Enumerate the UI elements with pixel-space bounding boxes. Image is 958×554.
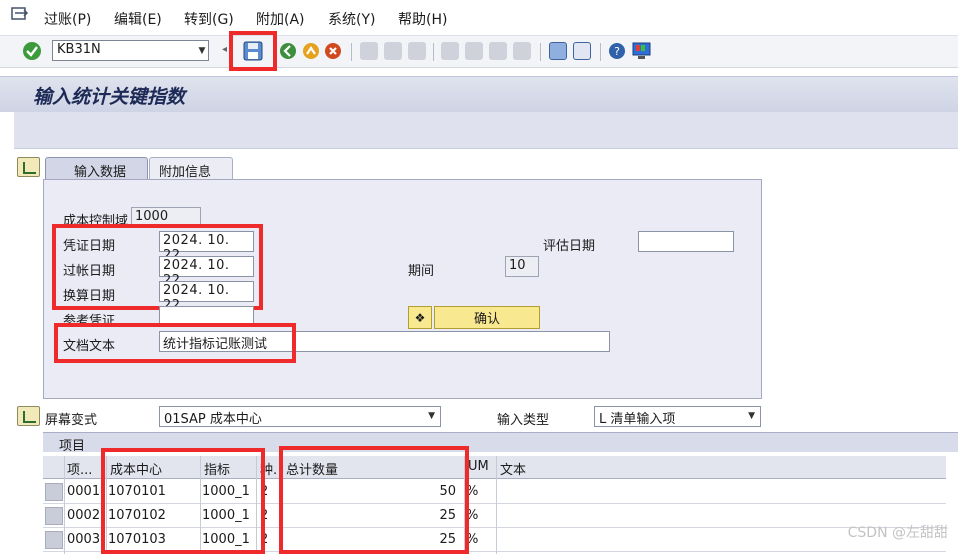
row-selector[interactable] <box>45 483 63 501</box>
column-divider <box>496 456 497 554</box>
menu-extras[interactable]: 附加(A) <box>256 9 305 29</box>
svg-text:?: ? <box>614 45 620 58</box>
last-page-icon[interactable] <box>513 42 531 60</box>
menu-bar: 过账(P) 编辑(E) 转到(G) 附加(A) 系统(Y) 帮助(H) <box>0 0 958 36</box>
left-strip <box>0 76 14 554</box>
cancel-icon[interactable] <box>324 42 342 60</box>
command-dropdown-icon[interactable]: ▼ <box>196 41 208 60</box>
cost-center-indicator-highlight-box <box>101 448 265 554</box>
tab-input-data-label: 输入数据 <box>74 165 127 180</box>
period-field: 10 <box>505 256 539 277</box>
column-divider <box>64 456 65 554</box>
prev-page-icon[interactable] <box>465 42 483 60</box>
dates-highlight-box <box>52 224 263 310</box>
toolbar-separator <box>600 43 601 61</box>
command-field[interactable]: KB31N <box>52 40 209 61</box>
menu-edit[interactable]: 编辑(E) <box>114 9 162 29</box>
watermark: CSDN @左甜甜 <box>847 525 948 541</box>
confirm-check-icon[interactable] <box>22 41 42 61</box>
valuation-date-field[interactable] <box>638 231 734 252</box>
print-icon[interactable] <box>360 42 378 60</box>
tab-additional-info-label: 附加信息 <box>159 165 212 180</box>
command-history-icon[interactable]: ◂ <box>222 44 227 55</box>
tab-additional-info[interactable]: 附加信息 <box>149 157 233 180</box>
shortcut-icon[interactable] <box>573 42 591 60</box>
chevron-down-icon: ▼ <box>748 411 755 421</box>
menu-help[interactable]: 帮助(H) <box>398 9 447 29</box>
menu-posting[interactable]: 过账(P) <box>44 9 91 29</box>
confirm-button[interactable]: 确认 <box>434 306 540 329</box>
period-label: 期间 <box>408 264 435 279</box>
exit-icon[interactable] <box>302 42 320 60</box>
next-page-icon[interactable] <box>489 42 507 60</box>
cell-item: 0002 <box>67 508 101 523</box>
back-icon[interactable] <box>279 42 297 60</box>
tab-input-data[interactable]: 输入数据 <box>45 157 148 180</box>
first-page-icon[interactable] <box>441 42 459 60</box>
doc-text-highlight-box <box>54 323 296 363</box>
screen-variant-label: 屏幕变式 <box>45 413 98 428</box>
save-highlight-box <box>229 31 277 71</box>
cell-item: 0003 <box>67 532 101 547</box>
col-header-item[interactable]: 项... <box>67 459 92 478</box>
input-type-value: L 清单输入项 <box>599 412 676 427</box>
screen-variant-select[interactable]: 01SAP 成本中心 ▼ <box>159 406 441 427</box>
create-session-icon[interactable] <box>549 42 567 60</box>
page-title: 输入统计关键指数 <box>33 86 186 108</box>
table-title: 项目 <box>59 439 86 454</box>
menu-goto[interactable]: 转到(G) <box>184 9 234 29</box>
layout-icon[interactable] <box>632 42 651 60</box>
menu-toggle-icon[interactable] <box>11 7 29 21</box>
collapse-table-button[interactable] <box>17 406 40 426</box>
col-header-um[interactable]: UM <box>468 459 489 474</box>
find-next-icon[interactable] <box>408 42 426 60</box>
valuation-date-label: 评估日期 <box>543 239 596 254</box>
title-bar: 输入统计关键指数 <box>0 76 958 112</box>
glasses-icon[interactable]: ❖ <box>408 306 432 329</box>
row-selector[interactable] <box>45 507 63 525</box>
input-type-label: 输入类型 <box>497 413 550 428</box>
toolbar-separator <box>433 43 434 61</box>
quantity-highlight-box <box>279 446 469 554</box>
toolbar-separator <box>351 43 352 61</box>
chevron-down-icon: ▼ <box>428 411 435 421</box>
input-type-select[interactable]: L 清单输入项 ▼ <box>594 406 761 427</box>
help-icon[interactable]: ? <box>608 42 626 60</box>
menu-system[interactable]: 系统(Y) <box>328 9 375 29</box>
row-selector[interactable] <box>45 531 63 549</box>
application-toolbar <box>14 112 958 149</box>
collapse-header-button[interactable] <box>17 157 40 177</box>
cell-item: 0001 <box>67 484 101 499</box>
screen-variant-value: 01SAP 成本中心 <box>164 412 262 427</box>
col-header-text[interactable]: 文本 <box>500 459 526 478</box>
find-icon[interactable] <box>384 42 402 60</box>
toolbar-separator <box>540 43 541 61</box>
